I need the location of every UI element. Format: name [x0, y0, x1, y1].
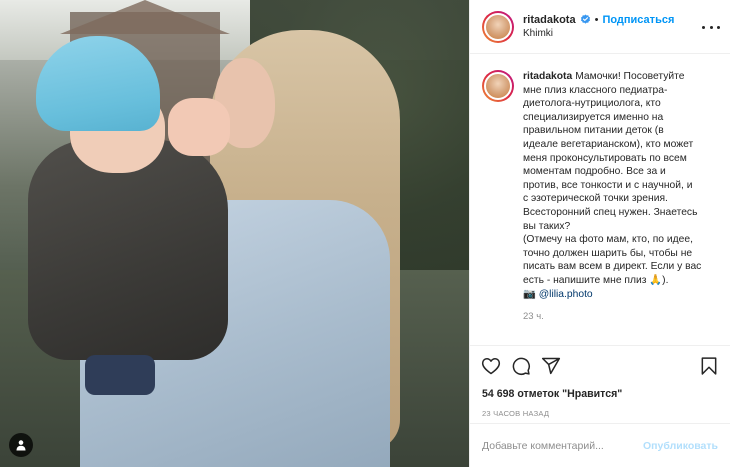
posted-timestamp[interactable]: 23 часов назад — [470, 403, 730, 423]
photo-house-roof — [60, 0, 230, 34]
pray-emoji: 🙏 — [649, 274, 663, 286]
caption-line: точно должен шарить бы, чтобы не — [523, 247, 693, 259]
comment-button[interactable] — [510, 355, 532, 377]
caption-line: Мамочки! Посоветуйте — [575, 71, 685, 82]
location-link[interactable]: Khimki — [523, 27, 674, 41]
caption: ritadakota Мамочки! Посоветуйте мне плиз … — [482, 70, 718, 301]
caption-text: ritadakota Мамочки! Посоветуйте мне плиз … — [523, 70, 701, 301]
more-icon[interactable] — [702, 20, 720, 34]
caption-timestamp[interactable]: 23 ч. — [523, 311, 718, 322]
person-tag-button[interactable] — [9, 433, 33, 457]
like-button[interactable] — [480, 355, 502, 377]
mention-link[interactable]: @lilia.photo — [539, 289, 593, 300]
caption-line: Всесторонний спец нужен. Знаетесь — [523, 206, 698, 218]
post-side-panel: ritadakota • Подписаться Khimki ritadako… — [469, 0, 730, 467]
caption-line: диетолога-нутрициолога, кто — [523, 98, 661, 110]
caption-line: (Отмечу на фото мам, кто, по идее, — [523, 234, 693, 246]
caption-line: меня проконсультировать по всем — [523, 152, 687, 164]
share-button[interactable] — [540, 355, 562, 377]
caption-line: мне плиз классного педиатра- — [523, 84, 668, 96]
caption-line: есть - напишите мне плиз — [523, 274, 647, 286]
comments-area: ritadakota Мамочки! Посоветуйте мне плиз … — [470, 54, 730, 345]
caption-line: против, все тонкости и с научной, и — [523, 179, 693, 191]
header-username[interactable]: ritadakota — [523, 13, 576, 27]
post-header: ritadakota • Подписаться Khimki — [470, 0, 730, 54]
header-separator: • — [594, 13, 599, 26]
caption-line: писать вам всем в директ. Если у вас — [523, 261, 702, 273]
photo-child-hand — [168, 98, 230, 156]
verified-badge-icon — [580, 14, 590, 24]
caption-line-suffix: ). — [662, 274, 669, 286]
caption-line: правильном питании деток (в — [523, 125, 664, 137]
person-tag-icon — [16, 440, 26, 451]
likes-count[interactable]: 54 698 отметок "Нравится" — [470, 385, 730, 403]
caption-line: моментам подробно. Все за и — [523, 166, 666, 178]
photo-child-jacket — [28, 140, 228, 360]
post-photo[interactable] — [0, 0, 469, 467]
comment-input[interactable] — [482, 439, 644, 452]
caption-line: вы таких? — [523, 220, 571, 232]
comment-icon — [512, 357, 530, 375]
bookmark-button[interactable] — [698, 355, 720, 377]
bookmark-icon — [701, 357, 717, 375]
publish-button[interactable]: Опубликовать — [643, 440, 718, 452]
caption-line: идеале вегетарианском), кто может — [523, 138, 694, 150]
caption-username[interactable]: ritadakota — [523, 71, 572, 82]
add-comment-form: Опубликовать — [470, 423, 730, 467]
instagram-post: ritadakota • Подписаться Khimki ritadako… — [0, 0, 730, 467]
heart-icon — [481, 357, 501, 374]
camera-emoji: 📷 — [523, 288, 536, 300]
share-icon — [541, 357, 561, 374]
caption-line: с эзотерической точки зрения. — [523, 193, 668, 205]
avatar[interactable] — [482, 10, 514, 43]
caption-line: специализируется именно на — [523, 111, 664, 123]
caption-avatar[interactable] — [482, 70, 514, 102]
action-bar — [470, 345, 730, 385]
follow-button[interactable]: Подписаться — [602, 13, 674, 27]
photo-child-legs — [85, 355, 155, 395]
